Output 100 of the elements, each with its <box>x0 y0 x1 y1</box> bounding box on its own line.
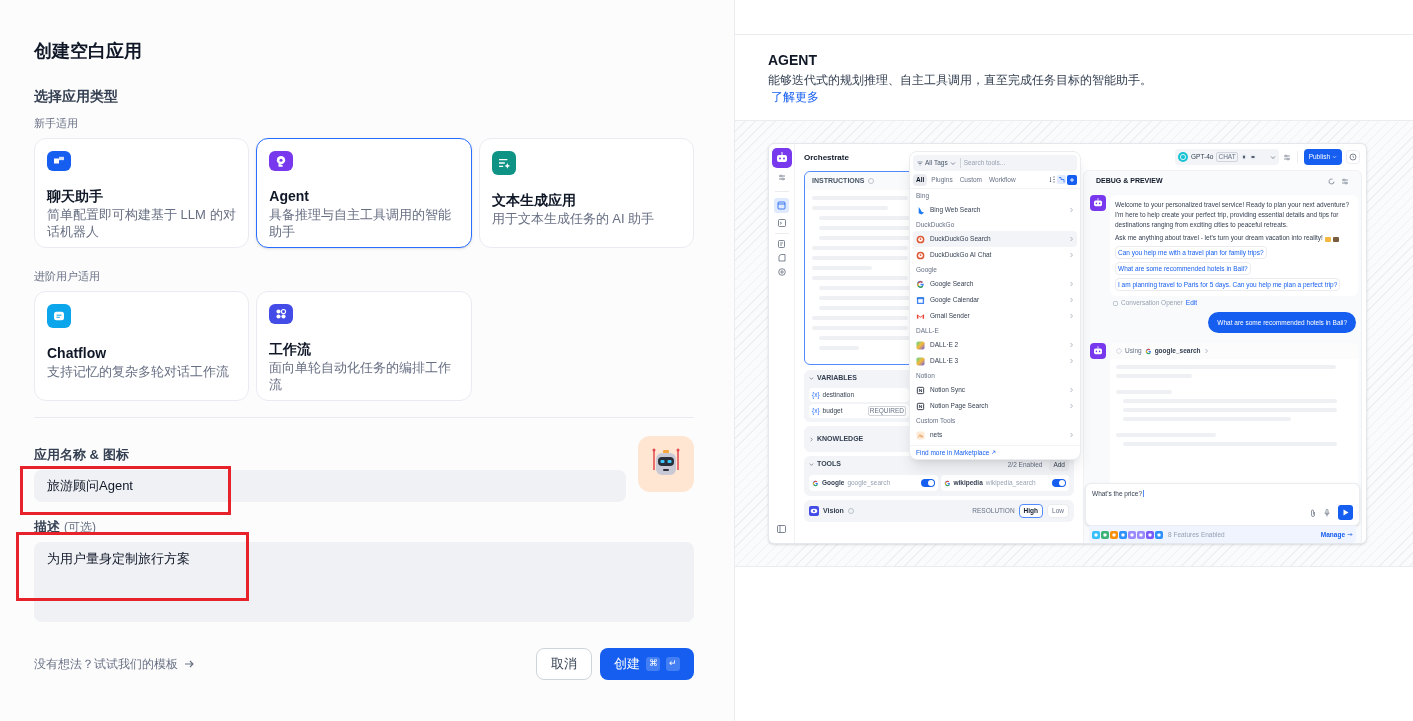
learn-more-link[interactable]: 了解更多 <box>771 89 819 105</box>
custom-tool-icon <box>916 430 925 440</box>
chevron-right-icon <box>1069 387 1074 393</box>
sliders-icon[interactable] <box>1341 177 1349 185</box>
chevron-right-icon <box>1069 432 1074 438</box>
group-label: 进阶用户适用 <box>34 269 101 284</box>
robot-avatar-icon <box>1090 343 1106 359</box>
gradient-square-icon <box>916 356 925 366</box>
card-title: 聊天助手 <box>47 187 104 206</box>
template-link[interactable]: 没有想法？试试我们的模板 <box>34 655 178 673</box>
card-description: 面向单轮自动化任务的编排工作流 <box>269 359 453 393</box>
toggle-switch[interactable] <box>1052 479 1066 487</box>
chevron-right-icon <box>1069 252 1074 258</box>
chevron-right-icon[interactable] <box>809 436 814 442</box>
card-description: 具备推理与自主工具调用的智能助手 <box>269 206 453 240</box>
mic-icon <box>1240 154 1247 160</box>
arrow-right-icon <box>1347 532 1353 537</box>
eye-icon <box>1249 154 1256 160</box>
preview-title: AGENT <box>768 51 818 69</box>
chevron-right-icon <box>1069 297 1074 303</box>
bing-logo-icon <box>916 205 925 215</box>
eye-icon <box>809 506 819 516</box>
card-title: Chatflow <box>47 344 108 363</box>
shortcut-key: ⌘ <box>646 657 660 671</box>
google-logo-icon <box>1144 347 1152 355</box>
app-type-card[interactable]: Agent 具备推理与自主工具调用的智能助手 <box>256 138 472 248</box>
file-icon[interactable] <box>777 254 786 262</box>
card-title: 文本生成应用 <box>491 191 577 210</box>
toggle-switch[interactable] <box>920 479 935 487</box>
chevron-right-icon <box>1069 207 1074 213</box>
sidebar-toggle-icon[interactable] <box>777 525 786 533</box>
card-description: 支持记忆的复杂多轮对话工作流 <box>47 363 230 380</box>
terminal-icon[interactable] <box>777 219 786 227</box>
chevron-right-icon <box>1069 313 1074 319</box>
notion-logo-icon <box>916 385 925 395</box>
paperclip-icon[interactable] <box>1310 508 1316 517</box>
preview-description: 能够迭代式的规划推理、自主工具调用，直至完成任务目标的智能助手。 <box>768 72 1153 89</box>
description-textarea[interactable]: 为用户量身定制旅行方案 <box>34 542 694 622</box>
cancel-button[interactable]: 取消 <box>536 648 592 680</box>
app-type-card[interactable]: 聊天助手 简单配置即可构建基于 LLM 的对话机器人 <box>34 138 250 248</box>
microphone-icon[interactable] <box>1324 508 1330 517</box>
panel-title: Orchestrate <box>804 151 849 164</box>
app-name-input[interactable]: 旅游顾问Agent <box>34 470 626 502</box>
send-icon[interactable] <box>1338 505 1353 520</box>
google-logo-icon <box>916 279 925 289</box>
robot-icon <box>771 148 792 168</box>
robot-avatar-icon <box>1090 195 1106 211</box>
app-type-card[interactable]: 工作流 面向单轮自动化任务的编排工作流 <box>256 291 472 401</box>
calendar-icon <box>916 295 925 305</box>
duck-logo-icon <box>916 234 925 244</box>
field-label: 应用名称 & 图标 <box>34 446 130 464</box>
model-logo-icon <box>1178 152 1189 162</box>
robot-avatar-icon[interactable] <box>638 436 694 492</box>
gradient-square-icon <box>916 340 925 350</box>
refresh-icon[interactable] <box>1328 177 1335 185</box>
card-description: 简单配置即可构建基于 LLM 的对话机器人 <box>47 206 237 240</box>
chat-bubble-icon <box>47 304 71 328</box>
google-logo-icon <box>812 479 819 487</box>
create-button[interactable]: 创建 ⌘ ↵ <box>600 648 694 680</box>
chevron-down-icon[interactable] <box>809 462 814 467</box>
plus-icon[interactable] <box>1067 174 1077 185</box>
card-title: 工作流 <box>269 340 313 359</box>
group-label: 新手适用 <box>34 116 79 131</box>
feature-icons-drawing <box>1092 530 1164 539</box>
arrow-right-icon <box>184 659 195 669</box>
app-type-card[interactable]: Chatflow 支持记忆的复杂多轮对话工作流 <box>34 291 250 401</box>
dialog-title: 创建空白应用 <box>34 40 143 63</box>
chat-bot-icon <box>47 151 71 171</box>
history-icon[interactable] <box>1346 150 1360 164</box>
text-sparkle-icon <box>491 151 516 175</box>
chevron-right-icon <box>1069 342 1074 348</box>
document-icon[interactable] <box>777 240 786 248</box>
chevron-down-icon <box>1269 154 1276 160</box>
tree-view-icon[interactable] <box>1057 175 1066 184</box>
google-logo-icon <box>943 479 951 487</box>
chevron-right-icon <box>1069 403 1074 409</box>
chevron-down-icon[interactable] <box>809 375 814 381</box>
section-heading: 选择应用类型 <box>34 87 119 106</box>
card-description: 用于文本生成任务的 AI 助手 <box>491 210 656 227</box>
chevron-right-icon <box>1069 281 1074 287</box>
notion-logo-icon <box>916 401 925 411</box>
card-title: Agent <box>269 187 310 206</box>
chevron-down-icon <box>1332 155 1337 159</box>
sort-icon[interactable] <box>1049 176 1056 183</box>
text-cursor <box>1143 490 1144 498</box>
sliders-icon[interactable] <box>777 174 786 181</box>
chevron-right-icon <box>1069 358 1074 364</box>
window-icon[interactable] <box>774 198 789 213</box>
app-type-card[interactable]: 文本生成应用 用于文本生成任务的 AI 助手 <box>478 138 694 248</box>
sliders-icon[interactable] <box>1282 153 1291 161</box>
external-link-icon <box>991 450 997 455</box>
shortcut-key: ↵ <box>666 657 680 671</box>
chevron-down-icon <box>949 160 956 166</box>
field-label: 描述 <box>34 518 60 536</box>
gauge-icon[interactable] <box>777 268 786 276</box>
spinner-icon <box>1116 348 1122 354</box>
chevron-right-icon <box>1069 236 1074 242</box>
nodes-icon <box>269 304 294 324</box>
duck-logo-icon <box>916 250 925 260</box>
filter-icon <box>917 160 923 166</box>
